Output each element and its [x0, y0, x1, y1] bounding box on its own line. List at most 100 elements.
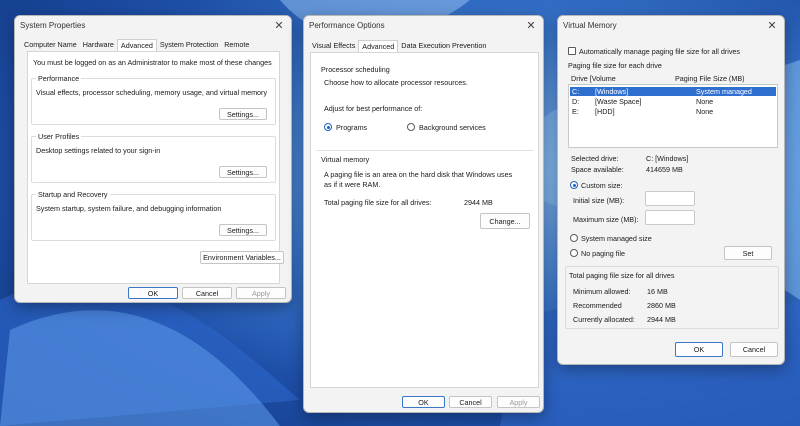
drive-size: None: [696, 97, 714, 106]
virtual-memory-desc-1: A paging file is an area on the hard dis…: [324, 170, 513, 179]
user-profiles-desc: Desktop settings related to your sign-in: [36, 146, 161, 155]
custom-size-label: Custom size:: [581, 181, 623, 190]
drive-letter: E:: [572, 107, 579, 116]
no-paging-file-label: No paging file: [581, 249, 625, 258]
startup-settings-button[interactable]: Settings...: [219, 224, 267, 236]
tab-computer-name[interactable]: Computer Name: [21, 39, 80, 51]
environment-variables-button[interactable]: Environment Variables...: [200, 251, 284, 264]
no-paging-file-radio[interactable]: [570, 249, 578, 257]
drive-column-header: Drive [Volume: [571, 74, 616, 83]
minimum-allowed-label: Minimum allowed:: [573, 287, 631, 296]
maximum-size-input[interactable]: [645, 210, 695, 225]
advanced-pane: You must be logged on as an Administrato…: [27, 51, 284, 284]
currently-allocated-value: 2944 MB: [647, 315, 676, 324]
close-icon[interactable]: ✕: [766, 19, 778, 32]
auto-manage-label: Automatically manage paging file size fo…: [579, 47, 740, 56]
totals-group: Total paging file size for all drives Mi…: [565, 266, 779, 329]
title-bar: System Properties ✕: [15, 16, 291, 36]
minimum-allowed-value: 16 MB: [647, 287, 668, 296]
performance-desc: Visual effects, processor scheduling, me…: [36, 88, 268, 97]
cancel-button[interactable]: Cancel: [730, 342, 778, 357]
selected-drive-value: C: [Windows]: [646, 154, 689, 163]
performance-group: Performance Visual effects, processor sc…: [31, 74, 276, 125]
initial-size-label: Initial size (MB):: [573, 196, 625, 205]
tab-system-protection[interactable]: System Protection: [157, 39, 221, 51]
list-item[interactable]: D: [Waste Space] None: [570, 97, 776, 106]
apply-button[interactable]: Apply: [236, 287, 286, 299]
ok-button[interactable]: OK: [128, 287, 178, 299]
paging-label: Paging file size for each drive: [568, 61, 662, 70]
window-title: Performance Options: [309, 21, 385, 30]
advanced-pane: Processor scheduling Choose how to alloc…: [310, 52, 539, 388]
space-available-label: Space available:: [571, 165, 624, 174]
user-profiles-label: User Profiles: [36, 132, 82, 141]
currently-allocated-label: Currently allocated:: [573, 315, 635, 324]
drive-volume: [Waste Space]: [595, 97, 642, 106]
ok-button[interactable]: OK: [675, 342, 723, 357]
totals-label: Total paging file size for all drives: [569, 271, 675, 280]
title-bar: Virtual Memory ✕: [558, 16, 784, 36]
startup-recovery-group: Startup and Recovery System startup, sys…: [31, 190, 276, 241]
recommended-value: 2860 MB: [647, 301, 676, 310]
background-services-label: Background services: [419, 123, 486, 132]
cancel-button[interactable]: Cancel: [182, 287, 232, 299]
drive-volume: [Windows]: [595, 87, 629, 96]
selected-drive-label: Selected drive:: [571, 154, 619, 163]
adjust-label: Adjust for best performance of:: [324, 104, 423, 113]
system-managed-radio[interactable]: [570, 234, 578, 242]
size-column-header: Paging File Size (MB): [675, 74, 745, 83]
virtual-memory-label: Virtual memory: [321, 155, 370, 164]
processor-scheduling-group: Processor scheduling Choose how to alloc…: [316, 65, 534, 139]
system-managed-label: System managed size: [581, 234, 652, 243]
user-profiles-settings-button[interactable]: Settings...: [219, 166, 267, 178]
programs-label: Programs: [336, 123, 368, 132]
processor-scheduling-label: Processor scheduling: [321, 65, 390, 74]
total-paging-label: Total paging file size for all drives:: [324, 198, 432, 207]
drive-volume: [HDD]: [595, 107, 615, 116]
virtual-memory-window: Virtual Memory ✕ Automatically manage pa…: [557, 15, 785, 365]
startup-recovery-label: Startup and Recovery: [36, 190, 110, 199]
tab-hardware[interactable]: Hardware: [80, 39, 117, 51]
close-icon[interactable]: ✕: [525, 19, 537, 32]
tab-strip: Computer Name Hardware Advanced System P…: [21, 39, 252, 51]
system-properties-window: System Properties ✕ Computer Name Hardwa…: [14, 15, 292, 303]
maximum-size-label: Maximum size (MB):: [573, 215, 639, 224]
list-item[interactable]: C: [Windows] System managed: [570, 87, 776, 96]
close-icon[interactable]: ✕: [273, 19, 285, 32]
tab-advanced[interactable]: Advanced: [358, 40, 399, 52]
startup-recovery-desc: System startup, system failure, and debu…: [36, 204, 222, 213]
drive-list[interactable]: C: [Windows] System managed D: [Waste Sp…: [568, 84, 778, 148]
space-available-value: 414659 MB: [646, 165, 683, 174]
background-services-radio[interactable]: [407, 123, 415, 131]
tab-remote[interactable]: Remote: [221, 39, 252, 51]
programs-radio[interactable]: [324, 123, 332, 131]
window-title: Virtual Memory: [563, 21, 617, 30]
tab-advanced[interactable]: Advanced: [116, 39, 157, 51]
auto-manage-checkbox[interactable]: [568, 47, 576, 55]
apply-button[interactable]: Apply: [497, 396, 540, 408]
performance-label: Performance: [36, 74, 82, 83]
drive-size: None: [696, 107, 714, 116]
recommended-label: Recommended: [573, 301, 622, 310]
set-button[interactable]: Set: [724, 246, 772, 260]
user-profiles-group: User Profiles Desktop settings related t…: [31, 132, 276, 183]
admin-note: You must be logged on as an Administrato…: [33, 58, 272, 67]
cancel-button[interactable]: Cancel: [449, 396, 492, 408]
initial-size-input[interactable]: [645, 191, 695, 206]
ok-button[interactable]: OK: [402, 396, 445, 408]
change-button[interactable]: Change...: [480, 213, 530, 229]
list-item[interactable]: E: [HDD] None: [570, 107, 776, 116]
virtual-memory-desc-2: as if it were RAM.: [324, 180, 381, 189]
title-bar: Performance Options ✕: [304, 16, 543, 36]
tab-visual-effects[interactable]: Visual Effects: [309, 40, 358, 52]
window-title: System Properties: [20, 21, 86, 30]
processor-scheduling-desc: Choose how to allocate processor resourc…: [324, 78, 468, 87]
drive-letter: C:: [572, 87, 580, 96]
divider: [316, 150, 534, 151]
drive-letter: D:: [572, 97, 580, 106]
drive-size: System managed: [696, 87, 752, 96]
tab-data-execution-prevention[interactable]: Data Execution Prevention: [398, 40, 489, 52]
virtual-memory-group: Virtual memory A paging file is an area …: [316, 153, 534, 233]
custom-size-radio[interactable]: [570, 181, 578, 189]
performance-settings-button[interactable]: Settings...: [219, 108, 267, 120]
